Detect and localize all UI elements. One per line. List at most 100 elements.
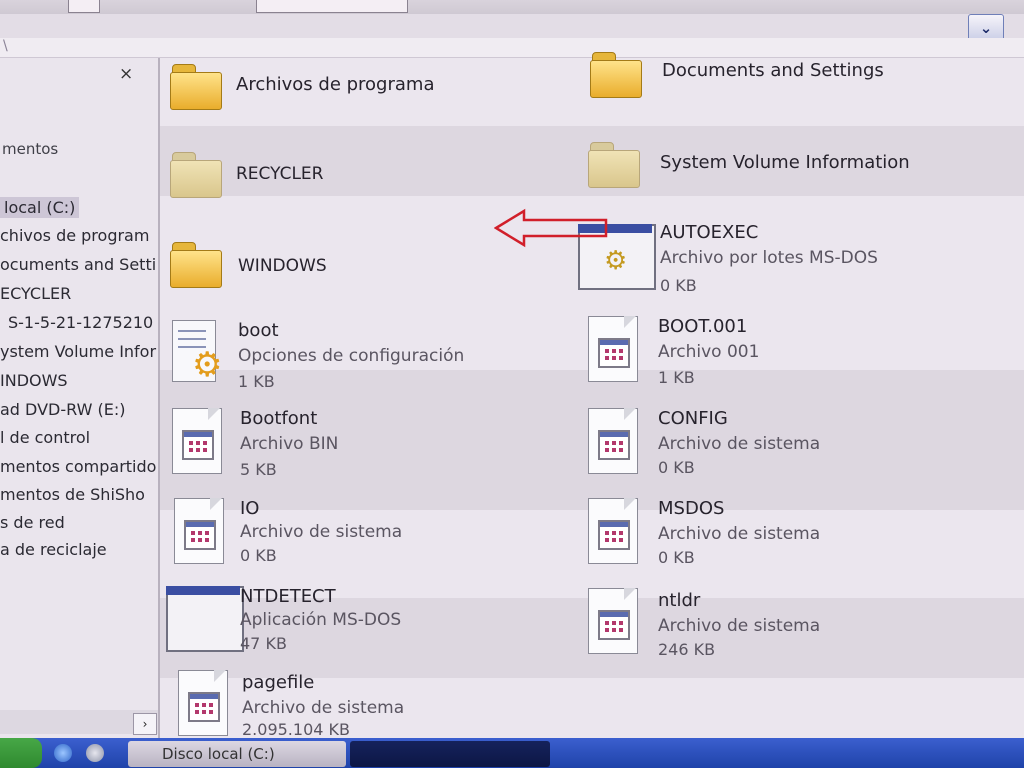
sidebar-item-label: ad DVD-RW (E:) xyxy=(0,400,126,419)
sidebar-item-sid[interactable]: S-1-5-21-1275210 xyxy=(8,313,153,332)
file-type: Archivo de sistema xyxy=(658,524,821,544)
chevron-right-icon: › xyxy=(142,717,148,731)
quicklaunch-icon[interactable] xyxy=(86,744,104,762)
horizontal-scrollbar[interactable]: › xyxy=(0,710,158,735)
file-size: 0 KB xyxy=(658,548,695,567)
folder-item[interactable]: WINDOWS xyxy=(168,240,488,296)
taskbar-button[interactable] xyxy=(350,741,550,767)
file-item[interactable]: ⚙ boot Opciones de configuración 1 KB xyxy=(166,320,546,396)
sidebar-item-recycler[interactable]: ECYCLER xyxy=(0,284,71,303)
close-icon[interactable]: × xyxy=(119,64,133,84)
sidebar-item-label: s de red xyxy=(0,513,65,532)
file-size: 246 KB xyxy=(658,640,716,659)
file-name: AUTOEXEC xyxy=(660,222,759,243)
file-item[interactable]: ntldr Archivo de sistema 246 KB xyxy=(584,588,964,664)
folder-item[interactable]: RECYCLER xyxy=(168,150,488,206)
folder-item[interactable]: System Volume Information xyxy=(586,140,966,196)
sidebar-item-label: S-1-5-21-1275210 xyxy=(8,313,154,332)
file-size: 2.095.104 KB xyxy=(242,720,350,739)
system-file-icon xyxy=(584,316,640,382)
sidebar-item-recycle-bin[interactable]: a de reciclaje xyxy=(0,540,107,559)
sidebar-item-windows[interactable]: INDOWS xyxy=(0,371,68,390)
sidebar-item-control-panel[interactable]: l de control xyxy=(0,428,90,447)
file-name: CONFIG xyxy=(658,408,728,429)
file-name: ntldr xyxy=(658,590,701,611)
file-name: pagefile xyxy=(242,672,315,693)
system-file-icon xyxy=(584,498,640,564)
arrow-shape xyxy=(494,208,608,248)
sidebar-item-label[interactable]: mentos xyxy=(2,140,58,158)
sidebar-item-user-docs[interactable]: mentos de ShiSho xyxy=(0,485,145,504)
file-list: Archivos de programa Documents and Setti… xyxy=(160,52,1024,739)
sidebar-item-label: chivos de program xyxy=(0,226,150,245)
file-item[interactable]: Bootfont Archivo BIN 5 KB xyxy=(168,408,548,484)
sidebar-item-label: l de control xyxy=(0,428,91,447)
file-name: System Volume Information xyxy=(660,152,910,173)
taskbar: Disco local (C:) xyxy=(0,738,1024,768)
system-file-icon xyxy=(584,588,640,654)
sidebar-item-network[interactable]: s de red xyxy=(0,513,65,532)
file-name: boot xyxy=(238,320,279,341)
ie-icon[interactable] xyxy=(54,744,72,762)
file-type: Archivo de sistema xyxy=(242,698,405,718)
address-bar[interactable]: ⌄ xyxy=(0,14,1024,42)
folder-item[interactable]: Archivos de programa xyxy=(168,62,488,118)
sidebar-item-label: ystem Volume Infor xyxy=(0,342,157,361)
file-item[interactable]: ⚙ AUTOEXEC Archivo por lotes MS-DOS 0 KB xyxy=(578,222,958,300)
file-type: Archivo 001 xyxy=(658,342,760,362)
folder-icon xyxy=(168,62,222,110)
sidebar-item-documents[interactable]: ocuments and Setti xyxy=(0,255,156,274)
file-type: Opciones de configuración xyxy=(238,346,465,366)
sidebar-item-system-volume[interactable]: ystem Volume Infor xyxy=(0,342,156,361)
sidebar-item-label: mentos de ShiSho xyxy=(0,485,145,504)
file-size: 1 KB xyxy=(658,368,695,387)
file-size: 0 KB xyxy=(660,276,697,295)
system-file-icon xyxy=(584,408,640,474)
settings-file-icon: ⚙ xyxy=(166,320,222,390)
dos-application-icon xyxy=(166,586,244,652)
sidebar-item-archivos[interactable]: chivos de program xyxy=(0,226,149,245)
folder-icon xyxy=(586,140,640,188)
folder-item[interactable]: Documents and Settings xyxy=(588,50,948,106)
file-type: Archivo de sistema xyxy=(658,616,821,636)
file-item[interactable]: pagefile Archivo de sistema 2.095.104 KB xyxy=(174,670,554,746)
file-type: Archivo por lotes MS-DOS xyxy=(660,248,878,268)
sidebar-item-shared-docs[interactable]: mentos compartido xyxy=(0,457,156,476)
system-file-icon xyxy=(168,408,224,474)
system-file-icon xyxy=(174,670,230,736)
toolbar-button[interactable] xyxy=(68,0,100,13)
file-name: Bootfont xyxy=(240,408,318,429)
file-size: 47 KB xyxy=(240,634,287,653)
sidebar-item-local-disk[interactable]: local (C:) xyxy=(0,197,80,218)
scroll-right-button[interactable]: › xyxy=(133,713,157,735)
file-name: RECYCLER xyxy=(236,164,324,184)
sidebar-item-label: a de reciclaje xyxy=(0,540,107,559)
start-button[interactable] xyxy=(0,738,42,768)
file-item[interactable]: IO Archivo de sistema 0 KB xyxy=(170,498,550,574)
file-name: WINDOWS xyxy=(238,256,327,276)
red-arrow-annotation xyxy=(494,208,608,248)
sidebar-item-label: ECYCLER xyxy=(0,284,72,303)
file-size: 0 KB xyxy=(658,458,695,477)
file-name: Documents and Settings xyxy=(662,60,884,81)
sidebar-item-label: INDOWS xyxy=(0,371,68,390)
file-type: Archivo de sistema xyxy=(240,522,403,542)
file-size: 1 KB xyxy=(238,372,275,391)
taskbar-button-label: Disco local (C:) xyxy=(162,745,275,763)
sidebar-item-label: ocuments and Setti xyxy=(0,255,157,274)
file-size: 0 KB xyxy=(240,546,277,565)
file-name: Archivos de programa xyxy=(236,74,435,95)
file-item[interactable]: NTDETECT Aplicación MS-DOS 47 KB xyxy=(166,586,546,662)
path-fragment: \ xyxy=(3,38,8,54)
toolbar-button[interactable] xyxy=(256,0,408,13)
file-type: Archivo de sistema xyxy=(658,434,821,454)
sidebar-item-dvd-drive[interactable]: ad DVD-RW (E:) xyxy=(0,400,125,419)
file-item[interactable]: MSDOS Archivo de sistema 0 KB xyxy=(584,498,964,574)
sidebar-item-label: local (C:) xyxy=(0,197,80,218)
system-file-icon xyxy=(170,498,226,564)
file-item[interactable]: BOOT.001 Archivo 001 1 KB xyxy=(584,316,964,392)
taskbar-button-disco-local[interactable]: Disco local (C:) xyxy=(128,741,346,767)
toolbar xyxy=(0,0,1024,14)
file-item[interactable]: CONFIG Archivo de sistema 0 KB xyxy=(584,408,964,484)
folders-pane: × mentos local (C:) chivos de program oc… xyxy=(0,58,160,738)
